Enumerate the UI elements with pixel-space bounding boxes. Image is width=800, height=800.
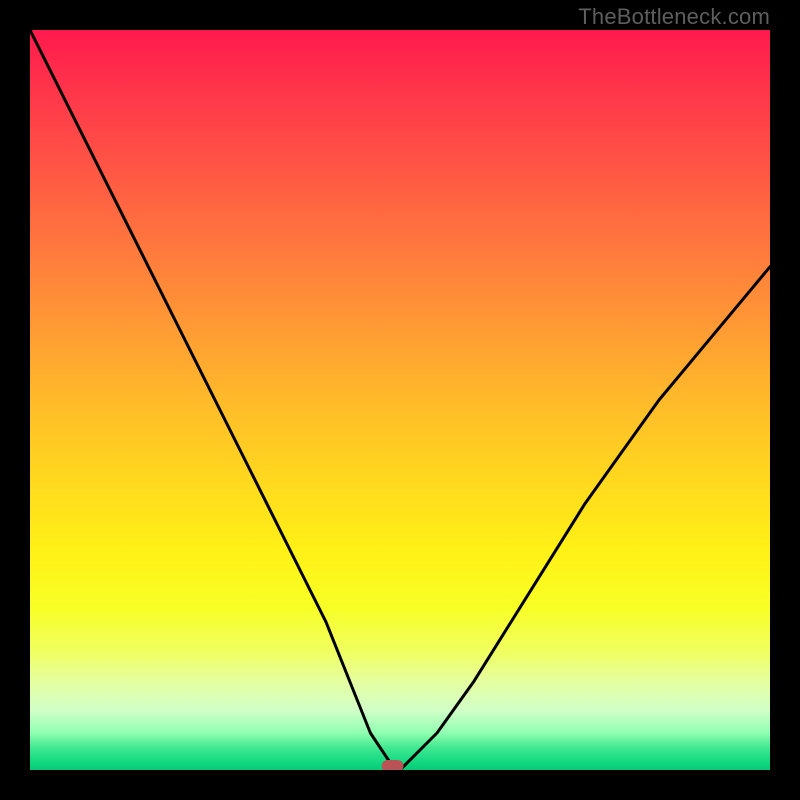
plot-area — [30, 30, 770, 770]
bottleneck-curve — [30, 30, 770, 770]
minimum-marker — [382, 760, 404, 770]
chart-frame: TheBottleneck.com — [0, 0, 800, 800]
curve-svg — [30, 30, 770, 770]
watermark-text: TheBottleneck.com — [578, 4, 770, 30]
